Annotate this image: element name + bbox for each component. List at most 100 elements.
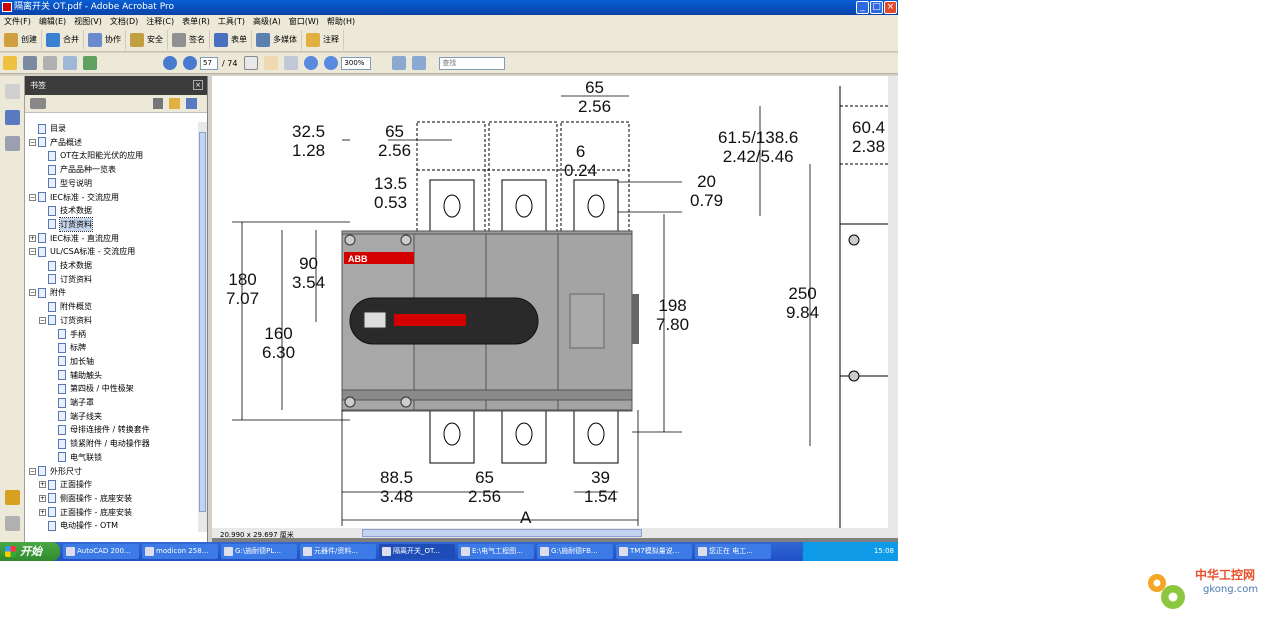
menu-item[interactable]: 文档(D) [106,15,142,28]
fit-page-icon[interactable] [392,56,407,70]
toolbar-button[interactable]: 创建 [0,29,42,50]
bookmark-item[interactable]: − UL/CSA标准 - 交流应用 [29,245,135,258]
menu-item[interactable]: 窗口(W) [285,15,323,28]
close-panel-button[interactable]: × [193,80,203,90]
menu-item[interactable]: 注释(C) [142,15,178,28]
taskbar-button[interactable]: G:\施耐德FB... [537,544,613,559]
search-input[interactable]: 查找 [439,56,506,70]
bookmark-item[interactable]: 订货资料 [39,216,93,232]
menu-item[interactable]: 帮助(H) [323,15,359,28]
expand-toggle[interactable]: − [29,467,36,475]
bookmark-item[interactable]: 附件概览 [39,300,92,313]
expand-toggle[interactable]: + [39,494,46,502]
menu-item[interactable]: 高级(A) [249,15,285,28]
print-icon[interactable] [23,56,37,70]
zoom-level-select[interactable]: 300% [341,56,372,70]
options-gear-icon[interactable] [30,98,46,109]
bookmark-item[interactable]: 型号说明 [39,177,92,190]
toolbar-button[interactable]: 表单 [210,29,252,50]
minimize-button[interactable]: _ [856,1,869,14]
taskbar-button[interactable]: 隔离开关_OT... [379,544,455,559]
pages-icon[interactable] [5,84,20,99]
taskbar-button[interactable]: modicon 258... [142,544,218,559]
taskbar-button[interactable]: TM7模拟量说... [616,544,692,559]
horizontal-scrollbar[interactable] [212,528,898,538]
expand-toggle[interactable]: − [29,248,36,256]
taskbar-button[interactable]: AutoCAD 200... [63,544,139,559]
signatures-icon[interactable] [5,136,20,151]
menu-item[interactable]: 表单(R) [178,15,214,28]
bookmark-item[interactable]: + 侧面操作 - 底座安装 [39,492,132,505]
bookmark-item[interactable]: 订货资料 [39,273,92,286]
bookmark-item[interactable]: − 订货资料 [39,314,92,327]
maximize-button[interactable]: □ [870,1,883,14]
save-icon[interactable] [43,56,57,70]
bookmark-item[interactable]: + IEC标准 - 直流应用 [29,232,119,245]
expand-toggle[interactable]: + [39,481,46,489]
bookmark-item[interactable]: − IEC标准 - 交流应用 [29,191,119,204]
new-bookmark-icon[interactable] [169,98,180,109]
bookmark-item[interactable]: 加长轴 [49,355,94,368]
taskbar-button[interactable]: E:\电气工程图... [458,544,534,559]
bookmarks-icon[interactable] [5,110,20,125]
bookmark-item[interactable]: 电气联锁 [49,451,102,464]
bookmark-item[interactable]: 技术数据 [39,204,92,217]
vertical-scrollbar[interactable] [888,76,898,528]
menu-item[interactable]: 视图(V) [70,15,106,28]
page-number-input[interactable]: 57 [200,56,218,70]
bookmark-item[interactable]: + 正面操作 [39,478,92,491]
zoom-in-icon[interactable] [324,56,339,70]
bookmark-item[interactable]: 手柄 [49,328,86,341]
bookmark-item[interactable]: 端子线夹 [49,410,102,423]
bookmark-item[interactable]: + 正面操作 - 底座安装 [39,506,132,519]
menu-item[interactable]: 编辑(E) [35,15,70,28]
expand-toggle[interactable]: − [29,138,36,146]
bookmark-item[interactable]: 电动操作 - OTM [39,519,118,532]
bookmark-item[interactable]: 辅助触头 [49,369,102,382]
menu-item[interactable]: 文件(F) [0,15,35,28]
previous-page-icon[interactable] [163,56,177,70]
expand-toggle[interactable]: + [29,234,36,242]
attachments-icon[interactable] [5,516,20,531]
open-icon[interactable] [3,56,17,70]
start-button[interactable]: 开始 [0,542,60,561]
bookmarks-scrollbar[interactable] [198,122,207,532]
bookmark-item[interactable]: − 外形尺寸 [29,465,82,478]
zoom-out-icon[interactable] [304,56,319,70]
toolbar-button[interactable]: 合并 [42,29,84,50]
send-icon[interactable] [83,56,97,70]
select-text-icon[interactable] [244,56,259,70]
hand-tool-icon[interactable] [264,56,279,70]
taskbar-button[interactable]: 元器件/资料... [300,544,376,559]
toolbar-button[interactable]: 签名 [168,29,210,50]
close-button[interactable]: × [884,1,897,14]
bookmark-item[interactable]: OT在太阳能光伏的应用 [39,149,143,162]
toolbar-button[interactable]: 安全 [126,29,168,50]
delete-icon[interactable] [153,98,163,109]
bookmark-item[interactable]: 技术数据 [39,259,92,272]
bookmark-item[interactable]: 端子罩 [49,396,94,409]
toolbar-button[interactable]: 协作 [84,29,126,50]
bookmark-item[interactable]: 产品品种一览表 [39,163,116,176]
toolbar-button[interactable]: 多媒体 [252,29,302,50]
menu-item[interactable]: 工具(T) [214,15,249,28]
bookmark-item[interactable]: 标牌 [49,341,86,354]
fit-width-icon[interactable] [412,56,427,70]
taskbar-button[interactable]: 您正在 电工... [695,544,771,559]
bookmark-item[interactable]: 第四极 / 中性极架 [49,382,134,395]
toolbar-button[interactable]: 注释 [302,29,344,50]
expand-toggle[interactable]: − [29,193,36,201]
expand-toggle[interactable]: − [29,289,36,297]
expand-toggle[interactable]: − [39,316,46,324]
bookmark-item[interactable]: 母排连接件 / 转换套件 [49,423,150,436]
comments-icon[interactable] [5,490,20,505]
bookmark-item[interactable]: 目录 [29,122,66,135]
next-page-icon[interactable] [183,56,197,70]
expand-toggle[interactable]: + [39,508,46,516]
email-icon[interactable] [63,56,77,70]
bookmark-item[interactable]: − 产品概述 [29,136,82,149]
zoom-tool-icon[interactable] [284,56,299,70]
taskbar-button[interactable]: G:\施耐德PL... [221,544,297,559]
bookmark-item[interactable]: 锁紧附件 / 电动操作器 [49,437,150,450]
expand-bookmark-icon[interactable] [186,98,197,109]
